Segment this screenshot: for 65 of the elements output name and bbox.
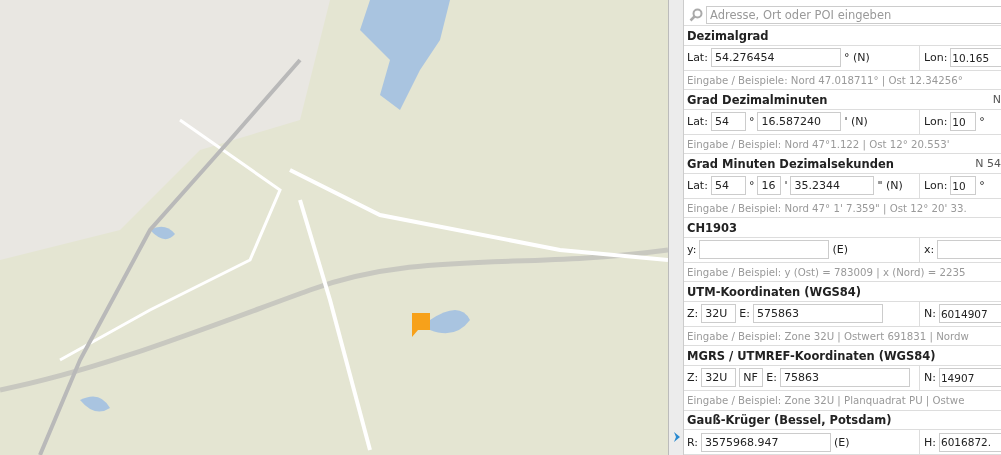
field-label: ° (979, 179, 985, 193)
field-label: " (N) (877, 179, 903, 193)
coordinate-input[interactable]: 10 (950, 112, 977, 132)
field-label: ' (784, 179, 788, 193)
example-hint: Eingabe / Beispiel: Nord 47° 1' 7.359" | Ost 12° 20' 33. (687, 202, 967, 214)
field-label: R: (687, 435, 698, 449)
example-hint: Eingabe / Beispiel: Zone 32U | Ostwert 691831 | Nordw (687, 330, 969, 342)
section-title: Grad Dezimalminuten (687, 92, 828, 107)
field-label: ° (748, 179, 755, 193)
coordinate-input[interactable]: 10 (950, 176, 977, 196)
coordinate-input[interactable] (937, 240, 1001, 260)
field-label: N: (924, 371, 936, 385)
coordinate-input[interactable]: 6014907 (938, 304, 1001, 324)
example-hint: Eingabe / Beispiele: Nord 47.018711° | Ost 12.34256° (687, 74, 963, 86)
coordinate-input[interactable]: 32U (701, 304, 737, 324)
field-label: ° (748, 115, 755, 129)
coordinate-input[interactable]: 32U (701, 368, 737, 388)
example-hint: Eingabe / Beispiel: Zone 32U | Planquadrat PU | Ostwe (687, 394, 965, 406)
coordinate-input[interactable] (699, 240, 830, 260)
field-label: ° (N) (843, 51, 870, 65)
field-label: Z: (687, 371, 699, 385)
coordinate-input[interactable]: 75863 (779, 368, 910, 388)
section-title: CH1903 (687, 220, 738, 235)
coordinate-input[interactable]: 16.587240 (757, 112, 842, 132)
coordinate-input[interactable]: 575863 (752, 304, 883, 324)
field-label: N: (924, 307, 936, 321)
field-label: ' (N) (844, 115, 868, 129)
search-icon (689, 7, 703, 22)
field-label: Lat: (687, 115, 708, 129)
coordinate-input[interactable]: 54 (710, 176, 746, 196)
field-label: ° (979, 115, 985, 129)
field-label: Lon: (924, 115, 948, 129)
field-label: Lon: (924, 51, 948, 65)
section-title: MGRS / UTMREF-Koordinaten (WGS84) (687, 348, 936, 363)
field-label: Lat: (687, 51, 708, 65)
coordinate-input[interactable]: 35.2344 (790, 176, 875, 196)
coordinate-preview: N 54 (975, 157, 1001, 171)
search-field[interactable]: Adresse, Ort oder POI eingeben (706, 5, 1001, 24)
coordinate-input[interactable]: 14907 (938, 368, 1001, 388)
field-label: Z: (687, 307, 699, 321)
example-hint: Eingabe / Beispiel: Nord 47°1.122 | Ost 12° 20.553' (687, 138, 950, 150)
coordinate-input[interactable]: 3575968.947 (701, 432, 831, 452)
field-label: y: (687, 243, 697, 257)
example-hint: Eingabe / Beispiel: y (Ost) = 783009 | x (Nord) = 2235 (687, 266, 966, 278)
field-label: (E) (832, 243, 848, 257)
section-title: Gauß-Krüger (Bessel, Potsdam) (687, 412, 892, 427)
coordinate-input[interactable]: 54.276454 (710, 48, 841, 68)
coordinate-input[interactable]: 6016872. (939, 432, 1001, 452)
field-label: E: (766, 371, 777, 385)
section-title: Dezimalgrad (687, 28, 769, 43)
section-title: UTM-Koordinaten (WGS84) (687, 284, 862, 299)
coordinate-input[interactable]: 10.165 (950, 48, 1001, 68)
coordinate-input[interactable]: 54 (710, 112, 746, 132)
coordinate-preview: N (992, 93, 1001, 107)
field-label: E: (739, 307, 750, 321)
chevron-right-icon[interactable] (673, 431, 681, 443)
coordinate-input[interactable]: 16 (757, 176, 782, 196)
coordinate-input[interactable]: NF (739, 368, 764, 388)
field-label: x: (924, 243, 935, 257)
field-label: Lat: (687, 179, 708, 193)
section-title: Grad Minuten Dezimalsekunden (687, 156, 894, 171)
map-marker-icon[interactable] (410, 312, 432, 338)
field-label: (E) (834, 435, 850, 449)
field-label: Lon: (924, 179, 948, 193)
field-label: H: (924, 435, 936, 449)
